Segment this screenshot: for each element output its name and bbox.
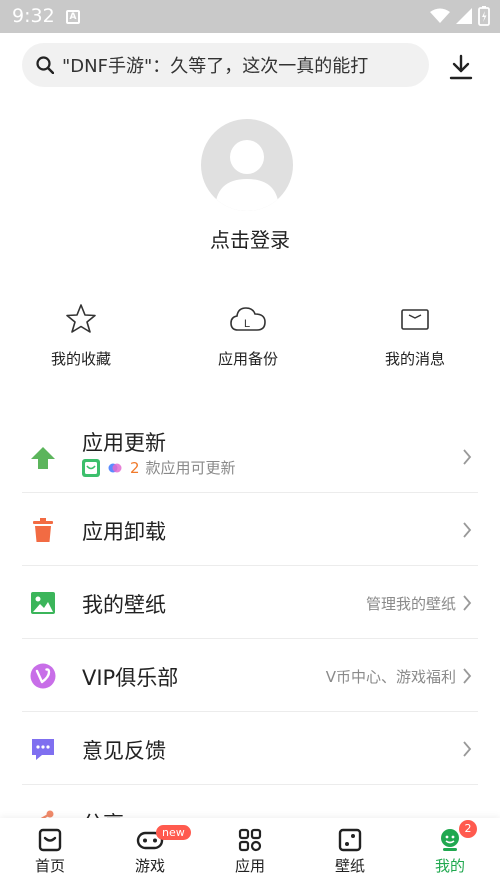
chevron-right-icon (463, 595, 472, 611)
notification-app-icon: A (66, 10, 80, 24)
menu-list: 应用更新 2 款应用可更新 应用卸载 我的壁纸 管理我的壁纸 VIP俱乐部 V币… (0, 405, 500, 858)
chevron-right-icon (463, 668, 472, 684)
tab-label: 首页 (34, 857, 65, 875)
default-avatar-icon (215, 140, 279, 211)
search-text: "DNF手游"：久等了，这次一真的能打 (62, 56, 369, 77)
menu-item-hint: V币中心、游戏福利 (325, 668, 456, 686)
star-icon (66, 304, 96, 333)
quick-messages-label: 我的消息 (384, 350, 445, 368)
menu-item-title: 应用卸载 (82, 520, 166, 544)
menu-item-title: 意见反馈 (82, 739, 166, 763)
app-thumb-icon (108, 463, 122, 472)
quick-favorites-label: 我的收藏 (50, 350, 111, 368)
vip-icon (30, 663, 56, 689)
system-icons (430, 6, 490, 26)
bottom-tab-bar: 首页 游戏 应用 壁纸 我的 new (0, 818, 500, 888)
update-count-text: 款应用可更新 (145, 459, 236, 477)
quick-messages[interactable]: 我的消息 (355, 302, 475, 369)
download-icon[interactable] (446, 52, 476, 82)
tab-label: 应用 (234, 857, 265, 875)
feedback-icon (32, 739, 54, 760)
search-input[interactable]: "DNF手游"：久等了，这次一真的能打 (22, 43, 429, 87)
quick-backup[interactable]: L 应用备份 (188, 302, 308, 369)
menu-item-wallpaper[interactable]: 我的壁纸 管理我的壁纸 (0, 566, 500, 639)
trash-icon (33, 518, 53, 542)
new-badge: new (156, 825, 191, 840)
menu-item-feedback[interactable]: 意见反馈 (0, 712, 500, 785)
apps-grid-icon (238, 828, 262, 852)
search-icon (36, 56, 54, 74)
tab-label: 游戏 (134, 857, 165, 875)
home-icon (38, 828, 62, 852)
update-summary: 2 款应用可更新 (82, 457, 236, 478)
svg-text:L: L (244, 318, 250, 330)
tab-mine[interactable]: 我的 (410, 828, 490, 876)
app-thumb-icon (82, 458, 100, 477)
menu-item-title: VIP俱乐部 (82, 666, 179, 690)
quick-favorites[interactable]: 我的收藏 (21, 302, 141, 369)
menu-item-title: 我的壁纸 (82, 593, 166, 617)
chevron-right-icon (463, 449, 472, 465)
cloud-backup-icon: L (230, 307, 266, 331)
update-count: 2 (130, 458, 140, 477)
tab-label: 我的 (434, 857, 465, 875)
search-row: "DNF手游"：久等了，这次一真的能打 (0, 40, 500, 92)
quick-backup-label: 应用备份 (217, 350, 278, 368)
wallpaper-icon (338, 828, 362, 852)
menu-item-vip[interactable]: VIP俱乐部 V币中心、游戏福利 (0, 639, 500, 712)
menu-item-uninstall[interactable]: 应用卸载 (0, 493, 500, 566)
tab-home[interactable]: 首页 (10, 828, 90, 876)
message-icon (401, 309, 429, 330)
avatar[interactable] (201, 119, 293, 211)
status-bar: 9:32 A (0, 0, 500, 33)
tab-wallpaper[interactable]: 壁纸 (310, 828, 390, 876)
tab-apps[interactable]: 应用 (210, 828, 290, 876)
battery-icon (478, 6, 490, 26)
wifi-icon (430, 8, 450, 23)
chevron-right-icon (463, 522, 472, 538)
arrow-up-icon (31, 447, 55, 469)
status-time: 9:32 (12, 5, 55, 27)
image-icon (31, 592, 55, 614)
notification-badge: 2 (459, 820, 477, 838)
menu-item-title: 应用更新 (82, 431, 166, 455)
signal-icon (456, 8, 472, 24)
login-button[interactable]: 点击登录 (0, 224, 500, 253)
chevron-right-icon (463, 741, 472, 757)
menu-item-app-update[interactable]: 应用更新 2 款应用可更新 (0, 405, 500, 493)
tab-label: 壁纸 (334, 857, 365, 875)
menu-item-hint: 管理我的壁纸 (365, 595, 456, 613)
